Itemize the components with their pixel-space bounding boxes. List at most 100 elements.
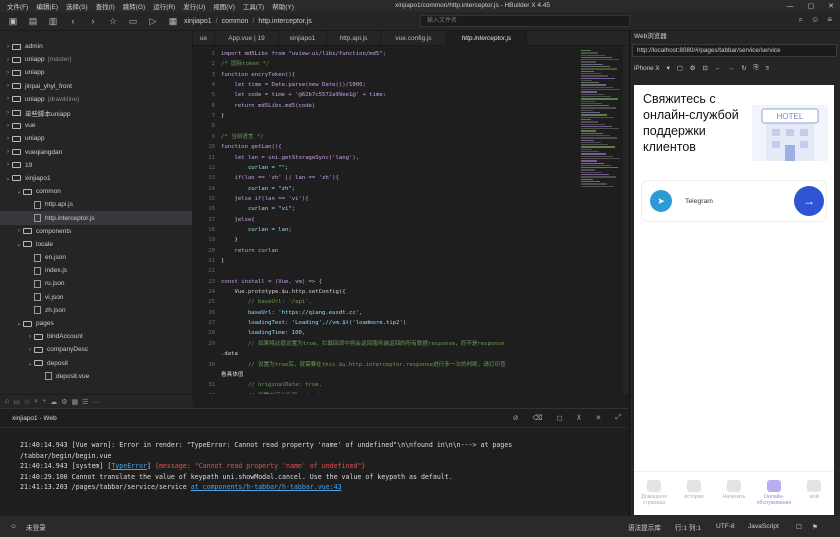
menu-item[interactable]: 跳转(G) xyxy=(119,1,149,11)
caret-icon[interactable]: › xyxy=(26,334,34,340)
tree-item[interactable]: vi.json xyxy=(0,291,192,304)
log-link[interactable]: at components/h-tabbar/h-tabbar.vue:43 xyxy=(191,483,342,491)
notification-icon[interactable]: ☐ xyxy=(796,523,802,531)
home-icon[interactable]: ⌂ xyxy=(5,398,9,405)
minimap[interactable] xyxy=(581,50,621,210)
caret-icon[interactable]: › xyxy=(4,136,12,142)
chevron-down-icon[interactable]: ▾ xyxy=(667,65,670,72)
tabbar-item[interactable]: история xyxy=(674,480,714,500)
save-all-icon[interactable]: ▥ xyxy=(46,14,60,28)
caret-icon[interactable]: › xyxy=(4,123,12,129)
tree-item[interactable]: en.json xyxy=(0,251,192,264)
menu-item[interactable]: 选择(S) xyxy=(62,1,92,11)
menu-icon[interactable]: ≡ xyxy=(827,15,832,25)
tree-item[interactable]: › companyDesc xyxy=(0,343,192,356)
caret-icon[interactable]: › xyxy=(4,44,12,50)
preview-url-input[interactable]: http://localhost:8080/#/pages/tabbar/ser… xyxy=(632,44,837,57)
grid-icon[interactable]: ▦ xyxy=(72,398,79,406)
editor-tab[interactable]: http.interceptor.js xyxy=(447,31,527,46)
caret-icon[interactable]: › xyxy=(26,347,34,353)
caret-icon[interactable]: ⌄ xyxy=(15,241,23,248)
maximize-icon[interactable]: ⤢ xyxy=(615,414,621,422)
breadcrumb-file[interactable]: http.interceptor.js xyxy=(258,18,311,25)
menu-item[interactable]: 文件(F) xyxy=(3,1,32,11)
tree-item[interactable]: › uniapp xyxy=(0,66,192,79)
back-icon[interactable]: ← xyxy=(715,65,721,72)
console-tab[interactable]: xinjiapo1 - Web xyxy=(12,415,57,422)
search-icon[interactable]: ⌕ xyxy=(34,398,38,406)
tabbar-item[interactable]: Онлайн-обслуживание xyxy=(754,480,794,506)
editor-tab[interactable]: App.vue | 19 xyxy=(215,31,279,46)
file-search-input[interactable]: 输入文件名 xyxy=(420,15,630,27)
login-status[interactable]: 未登录 xyxy=(26,522,46,532)
breadcrumb-project[interactable]: xinjiapo1 xyxy=(184,18,212,25)
tree-item[interactable]: › bindAccount xyxy=(0,330,192,343)
maximize-icon[interactable]: ▢ xyxy=(808,2,815,10)
close-icon[interactable]: ✕ xyxy=(828,2,834,10)
editor-tab[interactable]: vue.config.js xyxy=(381,31,447,46)
tree-item[interactable]: ⌄ pages xyxy=(0,317,192,330)
tree-item[interactable]: › admin xyxy=(0,40,192,53)
caret-icon[interactable]: ⌄ xyxy=(26,360,34,367)
more-icon[interactable]: … xyxy=(92,398,99,405)
menu-item[interactable]: 工具(T) xyxy=(239,1,268,11)
tree-item[interactable]: › jinpai_yhyl_front xyxy=(0,80,192,93)
syntax-hint[interactable]: 语法提示库 xyxy=(628,522,661,532)
git-icon[interactable]: ⑂ xyxy=(42,398,46,405)
folder-icon[interactable]: ▭ xyxy=(13,398,20,406)
tree-item[interactable]: ru.json xyxy=(0,277,192,290)
caret-icon[interactable]: ⌄ xyxy=(15,320,23,327)
caret-icon[interactable]: › xyxy=(4,162,12,168)
tree-item[interactable]: › 单些脚本uniapp xyxy=(0,106,192,119)
tree-item[interactable]: ⌄ deposit xyxy=(0,357,192,370)
back-icon[interactable]: ‹ xyxy=(66,14,80,28)
tree-item[interactable]: index.js xyxy=(0,264,192,277)
clear-icon[interactable]: ⊘ xyxy=(513,414,519,422)
tabbar-item[interactable]: Домашняя страница xyxy=(634,480,674,506)
clear-log-icon[interactable]: ⌫ xyxy=(533,414,543,422)
tree-item[interactable]: zh.json xyxy=(0,304,192,317)
editor-tab[interactable]: xinjiapo1 xyxy=(279,31,327,46)
telegram-contact-card[interactable]: ➤ Telegram → xyxy=(642,181,826,221)
tree-item[interactable]: › vue xyxy=(0,119,192,132)
menu-item[interactable]: 发行(U) xyxy=(179,1,209,11)
editor-tab[interactable]: http.api.js xyxy=(327,31,381,46)
menu-item[interactable]: 编辑(E) xyxy=(32,1,62,11)
run-icon[interactable]: ▷ xyxy=(146,14,160,28)
log-link[interactable]: TypeError xyxy=(111,462,147,470)
pin-icon[interactable]: ⊼ xyxy=(576,414,581,422)
refresh-icon[interactable]: ↻ xyxy=(741,65,746,72)
encoding[interactable]: UTF-8 xyxy=(716,523,735,530)
tree-item[interactable]: › uniapp xyxy=(0,132,192,145)
tree-item[interactable]: › 19 xyxy=(0,159,192,172)
star-icon[interactable]: ☆ xyxy=(106,14,120,28)
caret-icon[interactable]: › xyxy=(4,96,12,102)
tree-item[interactable]: › uniapp (drawkline) xyxy=(0,93,192,106)
menu-item[interactable]: 帮助(Y) xyxy=(268,1,298,11)
tree-item[interactable]: › vueqiangdan xyxy=(0,146,192,159)
rotate-icon[interactable]: ⎘ xyxy=(754,64,759,72)
caret-icon[interactable]: › xyxy=(4,57,12,63)
settings-icon[interactable]: ⚙ xyxy=(61,398,67,406)
menu-item[interactable]: 运行(R) xyxy=(149,1,179,11)
save-icon[interactable]: ▤ xyxy=(26,14,40,28)
tree-item[interactable]: › uniapp (master) xyxy=(0,53,192,66)
forward-icon[interactable]: › xyxy=(86,14,100,28)
new-file-icon[interactable]: ▣ xyxy=(6,14,20,28)
tabbar-item[interactable]: Начинать xyxy=(714,480,754,500)
editor-tab[interactable]: ue xyxy=(193,31,215,46)
star-icon[interactable]: ☆ xyxy=(24,398,30,406)
comment-icon[interactable]: ▭ xyxy=(126,14,140,28)
tree-item[interactable]: ⌄ common xyxy=(0,185,192,198)
caret-icon[interactable]: › xyxy=(4,110,12,116)
search-icon[interactable]: ⌕ xyxy=(799,15,803,25)
feedback-icon[interactable]: ⚑ xyxy=(812,523,818,531)
stop-icon[interactable]: ◻ xyxy=(557,414,563,422)
more-icon[interactable]: ≡ xyxy=(766,65,770,72)
caret-icon[interactable]: › xyxy=(4,149,12,155)
settings-icon[interactable]: ⚙ xyxy=(690,65,696,72)
inspect-icon[interactable]: ⊡ xyxy=(702,65,707,72)
menu-item[interactable]: 查找(I) xyxy=(92,1,119,11)
breadcrumb-folder[interactable]: common xyxy=(222,18,249,25)
caret-icon[interactable]: › xyxy=(4,70,12,76)
